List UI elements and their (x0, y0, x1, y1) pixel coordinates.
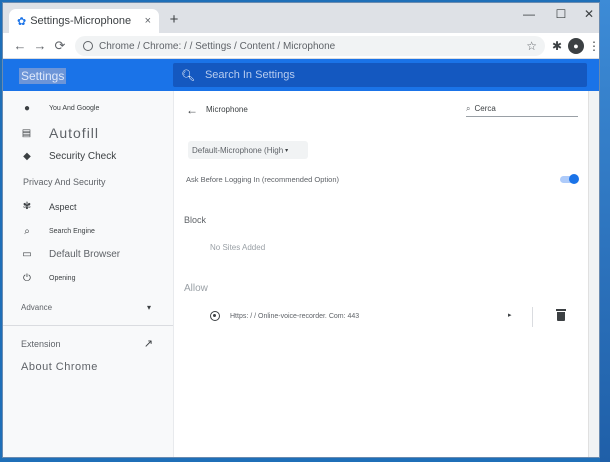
sidebar-item-search-engine[interactable]: ⌕ Search Engine (21, 226, 95, 237)
site-search-input[interactable] (474, 104, 565, 113)
sidebar-item-label: Aspect (49, 201, 77, 212)
forward-button[interactable]: → (31, 37, 49, 55)
sidebar-item-privacy[interactable]: Privacy And Security (23, 177, 106, 187)
sidebar-divider (3, 325, 173, 326)
extensions-icon[interactable]: ✱ (549, 38, 565, 54)
address-url: Chrome / Chrome: / / Settings / Content … (99, 40, 336, 52)
chevron-down-icon: ▾ (285, 147, 289, 154)
sidebar-item-label: Security Check (49, 151, 117, 162)
tab-close-icon[interactable]: × (145, 15, 151, 27)
bookmark-star-icon[interactable]: ☆ (526, 39, 537, 53)
about-chrome-label: About Chrome (21, 361, 98, 373)
extensions-label: Extension (21, 338, 61, 349)
chevron-right-icon[interactable]: ▸ (508, 311, 512, 319)
trash-icon (556, 309, 566, 311)
sidebar-item-label: Search Engine (49, 228, 95, 235)
sidebar-item-label: Default Browser (49, 249, 121, 260)
device-select-value: Default-Microphone (High (192, 145, 284, 155)
new-tab-button[interactable]: + (165, 11, 183, 29)
row-divider (532, 307, 533, 327)
browser-icon: ▭ (22, 249, 32, 260)
gear-icon: ✿ (17, 15, 27, 28)
sidebar-advanced[interactable]: Advance ▾ (21, 303, 151, 312)
power-icon: ⏻ (23, 273, 31, 284)
sidebar-item-security-check[interactable]: ◆ Security Check (21, 151, 116, 162)
allowed-site-url: Https: / / Online-voice-recorder. Com: 4… (230, 313, 360, 320)
tab-settings[interactable]: ✿ Settings-Microphone × (9, 9, 159, 33)
sidebar-item-label: Autofill (49, 125, 100, 141)
ask-before-toggle[interactable] (560, 174, 579, 184)
browser-toolbar: ← → ⟳ Chrome / Chrome: / / Settings / Co… (3, 33, 599, 59)
sidebar-item-label: You And Google (49, 105, 100, 112)
sidebar-item-extensions[interactable]: Extension ↗ (21, 337, 153, 350)
sidebar-item-aspect[interactable]: ✾ Aspect (21, 201, 77, 212)
search-icon: 🔍︎ (181, 69, 195, 82)
back-arrow-icon[interactable]: ← (186, 103, 198, 117)
menu-kebab-icon[interactable]: ⋮ (586, 38, 599, 54)
sidebar-item-label: Opening (49, 275, 76, 282)
clipboard-icon: ▤ (21, 127, 33, 139)
subpage-title: Microphone (206, 105, 248, 114)
close-window-button[interactable]: ✕ (577, 7, 599, 21)
tab-title: Settings-Microphone (30, 15, 132, 27)
settings-sidebar: ● You And Google ▤ Autofill ◆ Security C… (3, 91, 173, 457)
reload-button[interactable]: ⟳ (51, 37, 69, 55)
block-empty-message: No Sites Added (210, 243, 266, 252)
microphone-device-select[interactable]: Default-Microphone (High ▾ (188, 141, 308, 159)
external-link-icon: ↗ (143, 338, 153, 350)
scrollbar[interactable] (589, 91, 599, 457)
sidebar-item-about-chrome[interactable]: About Chrome (21, 361, 98, 373)
sidebar-item-default-browser[interactable]: ▭ Default Browser (21, 249, 120, 260)
microphone-settings-card: ← Microphone ⌕ Default-Microphone (High … (173, 91, 590, 457)
page-title: Settings (19, 68, 67, 84)
ask-before-label: Ask Before Logging In (recommended Optio… (186, 175, 339, 184)
allow-heading: Allow (184, 283, 208, 294)
advanced-label: Advance (21, 303, 53, 312)
settings-search-input[interactable] (204, 69, 579, 81)
chevron-down-icon: ▾ (146, 303, 151, 312)
sidebar-item-autofill[interactable]: ▤ Autofill (21, 125, 99, 141)
allowed-site-row[interactable]: Https: / / Online-voice-recorder. Com: 4… (174, 305, 590, 329)
profile-avatar[interactable]: ● (568, 38, 584, 54)
toggle-knob (569, 174, 579, 184)
search-icon: ⌕ (466, 103, 471, 113)
sidebar-item-opening[interactable]: ⏻ Opening (21, 273, 75, 284)
address-bar[interactable]: Chrome / Chrome: / / Settings / Content … (75, 36, 545, 56)
settings-main: ← Microphone ⌕ Default-Microphone (High … (173, 91, 599, 457)
settings-search[interactable]: 🔍︎ (173, 63, 587, 87)
palette-icon: ✾ (22, 201, 32, 212)
desktop-background (600, 0, 610, 462)
back-button[interactable]: ← (11, 37, 29, 55)
shield-icon: ◆ (23, 151, 31, 162)
tab-strip: ✿ Settings-Microphone × + — ☐ ✕ (3, 3, 599, 33)
person-icon: ● (23, 103, 31, 114)
settings-header: Settings 🔍︎ (3, 59, 599, 91)
sidebar-item-you-and-google[interactable]: ● You And Google (21, 103, 99, 114)
site-info-icon[interactable] (83, 41, 93, 51)
browser-window: ✿ Settings-Microphone × + — ☐ ✕ ← → ⟳ Ch… (2, 2, 600, 458)
maximize-button[interactable]: ☐ (549, 7, 573, 21)
block-heading: Block (184, 215, 207, 225)
sidebar-item-label: Privacy And Security (23, 177, 106, 187)
site-search[interactable]: ⌕ (466, 101, 578, 117)
delete-site-button[interactable] (556, 309, 566, 321)
minimize-button[interactable]: — (517, 7, 541, 21)
globe-icon (210, 311, 220, 321)
search-icon: ⌕ (24, 226, 30, 237)
